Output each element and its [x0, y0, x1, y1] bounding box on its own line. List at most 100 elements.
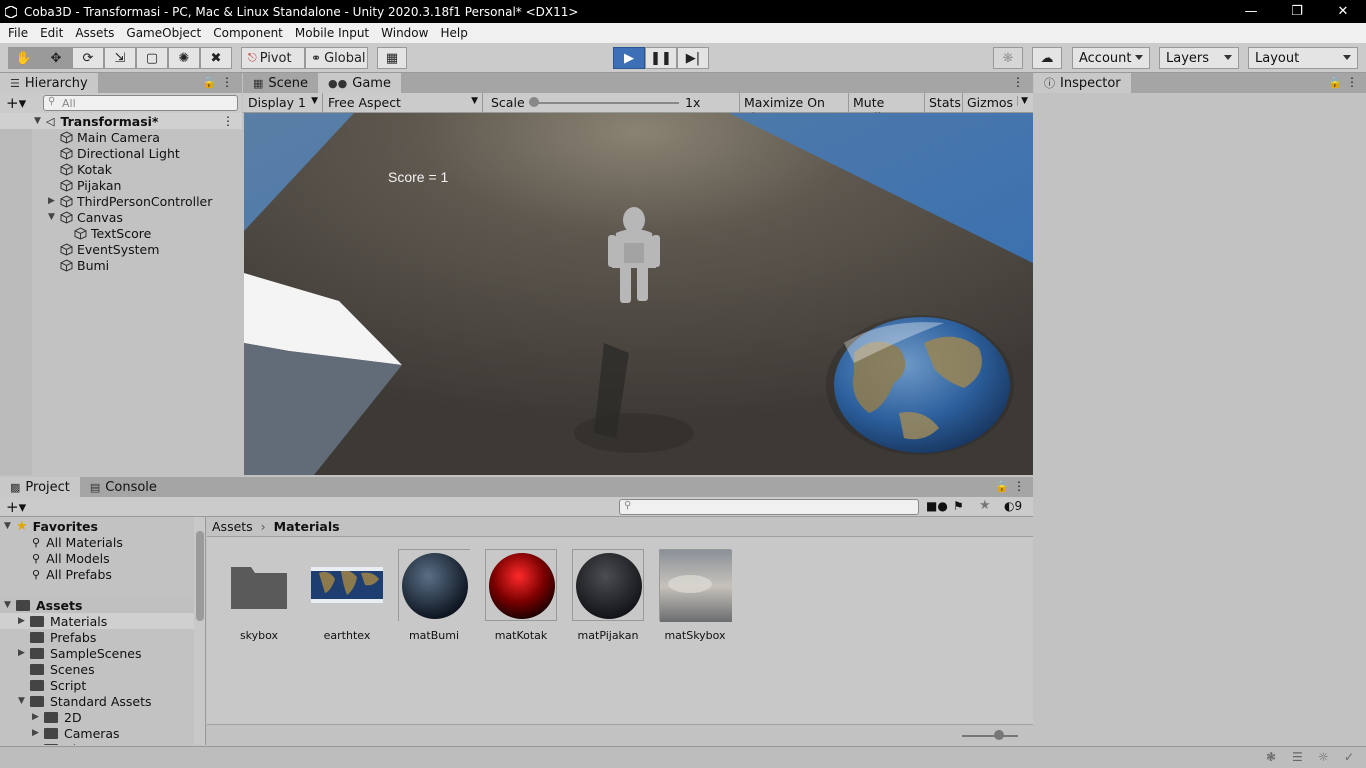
- hierarchy-search-input[interactable]: ⚲ All: [43, 95, 238, 111]
- maximize-on-play-toggle[interactable]: Maximize On Play: [739, 93, 849, 125]
- global-toggle[interactable]: ⚭ Global: [305, 47, 368, 69]
- cloud-button[interactable]: ☁: [1032, 47, 1062, 69]
- cache-icon[interactable]: ☰: [1292, 750, 1303, 764]
- breadcrumb-assets[interactable]: Assets: [212, 519, 253, 534]
- breadcrumb-materials[interactable]: Materials: [274, 519, 340, 534]
- expand-arrow-icon[interactable]: ▶: [18, 616, 30, 626]
- restore-button[interactable]: ❐: [1274, 0, 1320, 23]
- asset-item[interactable]: skybox: [219, 549, 299, 642]
- more-options-icon[interactable]: ⋮: [1346, 75, 1358, 89]
- hierarchy-item[interactable]: Pijakan: [0, 177, 242, 193]
- tree-standard-asset-folder[interactable]: ▶ Characters: [0, 741, 194, 745]
- tree-scrollbar[interactable]: [194, 517, 205, 745]
- tree-standard-asset-folder[interactable]: ▶ Cameras: [0, 725, 194, 741]
- star-icon[interactable]: ★: [979, 498, 991, 513]
- asset-item[interactable]: matBumi: [394, 549, 474, 642]
- progress-icon[interactable]: ✓: [1344, 750, 1354, 764]
- transform-tool-button[interactable]: ✺: [168, 47, 200, 69]
- menu-help[interactable]: Help: [434, 26, 473, 40]
- hierarchy-item[interactable]: Bumi: [0, 257, 242, 273]
- label-icon[interactable]: ⚑: [953, 499, 964, 513]
- asset-item[interactable]: earthtex: [307, 549, 387, 642]
- tree-asset-folder[interactable]: Prefabs: [0, 629, 194, 645]
- grid-snap-button[interactable]: ▦: [377, 47, 407, 69]
- tree-favorite-item[interactable]: ⚲ All Prefabs: [0, 566, 194, 582]
- scene-row[interactable]: ▼ ◁ Transformasi* ⋮: [0, 113, 242, 129]
- hierarchy-item[interactable]: ▶ ThirdPersonController: [0, 193, 242, 209]
- hierarchy-item[interactable]: TextScore: [0, 225, 242, 241]
- auto-generate-icon[interactable]: ☼: [1318, 750, 1329, 764]
- minimize-button[interactable]: —: [1228, 0, 1274, 23]
- mute-audio-toggle[interactable]: Mute Audio: [849, 93, 925, 125]
- menu-window[interactable]: Window: [375, 26, 434, 40]
- asset-item[interactable]: matPijakan: [568, 549, 648, 642]
- expand-arrow-icon[interactable]: ▼: [4, 521, 16, 531]
- more-options-icon[interactable]: ⋮: [1012, 75, 1024, 89]
- step-button[interactable]: ▶|: [677, 47, 709, 69]
- tab-scene[interactable]: ▦ Scene: [243, 73, 319, 93]
- hierarchy-item[interactable]: Kotak: [0, 161, 242, 177]
- expand-arrow-icon[interactable]: ▶: [48, 196, 60, 206]
- gizmos-toggle[interactable]: Gizmos ▼: [963, 93, 1033, 112]
- zoom-slider-thumb[interactable]: [994, 730, 1004, 740]
- scale-slider-track[interactable]: [533, 102, 679, 104]
- aspect-dropdown[interactable]: Free Aspect ▼: [323, 93, 483, 112]
- rect-tool-button[interactable]: ▢: [136, 47, 168, 69]
- tab-inspector[interactable]: ⓘ Inspector: [1034, 73, 1131, 93]
- play-button[interactable]: ▶: [613, 47, 645, 69]
- project-search-input[interactable]: ⚲: [619, 499, 919, 515]
- tab-hierarchy[interactable]: ☰ Hierarchy: [0, 73, 98, 93]
- hierarchy-item[interactable]: Main Camera: [0, 129, 242, 145]
- tree-scrollbar-thumb[interactable]: [196, 531, 204, 621]
- tab-project[interactable]: ▩ Project: [0, 477, 80, 497]
- game-render-area[interactable]: Score = 1: [244, 113, 1033, 475]
- tree-favorite-item[interactable]: ⚲ All Materials: [0, 534, 194, 550]
- layout-dropdown[interactable]: Layout: [1248, 47, 1358, 69]
- expand-arrow-icon[interactable]: ▼: [18, 696, 30, 706]
- tree-asset-folder[interactable]: Script: [0, 677, 194, 693]
- close-window-button[interactable]: ✕: [1320, 0, 1366, 23]
- expand-arrow-icon[interactable]: ▼: [4, 600, 16, 610]
- menu-assets[interactable]: Assets: [69, 26, 120, 40]
- tree-asset-folder[interactable]: Scenes: [0, 661, 194, 677]
- pivot-toggle[interactable]: ⎋ Pivot: [241, 47, 305, 69]
- tree-asset-folder[interactable]: ▶ Materials: [0, 613, 194, 629]
- expand-arrow-icon[interactable]: ▼: [48, 212, 60, 222]
- lock-icon[interactable]: 🔒: [202, 76, 216, 89]
- tree-favorite-item[interactable]: ⚲ All Models: [0, 550, 194, 566]
- expand-arrow-icon[interactable]: ▶: [18, 648, 30, 658]
- hidden-packages-toggle[interactable]: ◐9: [1004, 499, 1022, 513]
- lock-icon[interactable]: 🔒: [995, 480, 1009, 493]
- zoom-slider-track[interactable]: [962, 735, 1018, 737]
- scene-options-icon[interactable]: ⋮: [222, 114, 234, 128]
- menu-gameobject[interactable]: GameObject: [120, 26, 207, 40]
- rotate-tool-button[interactable]: ⟳: [72, 47, 104, 69]
- menu-mobile-input[interactable]: Mobile Input: [289, 26, 375, 40]
- expand-arrow-icon[interactable]: ▶: [32, 728, 44, 738]
- custom-tool-button[interactable]: ✖: [200, 47, 232, 69]
- tab-console[interactable]: ▤ Console: [79, 477, 167, 497]
- more-options-icon[interactable]: ⋮: [1013, 479, 1025, 493]
- asset-item[interactable]: matSkybox: [655, 549, 735, 642]
- display-dropdown[interactable]: Display 1 ▼: [243, 93, 323, 112]
- filter-type-icon[interactable]: ■●: [926, 499, 948, 513]
- bug-icon[interactable]: ❃: [1266, 750, 1276, 764]
- collab-button[interactable]: ❋: [993, 47, 1023, 69]
- lock-icon[interactable]: 🔒: [1328, 76, 1342, 89]
- stats-toggle[interactable]: Stats: [925, 93, 963, 112]
- menu-file[interactable]: File: [2, 26, 34, 40]
- tree-standard-asset-folder[interactable]: ▶ 2D: [0, 709, 194, 725]
- hierarchy-item[interactable]: Directional Light: [0, 145, 242, 161]
- scale-slider-thumb[interactable]: [529, 97, 539, 107]
- expand-arrow-icon[interactable]: ▶: [32, 712, 44, 722]
- hierarchy-item[interactable]: ▼ Canvas: [0, 209, 242, 225]
- more-options-icon[interactable]: ⋮: [221, 75, 233, 89]
- tree-favorites[interactable]: ▼ ★ Favorites: [0, 518, 194, 534]
- add-icon[interactable]: +▾: [6, 94, 26, 112]
- expand-arrow-icon[interactable]: ▶: [32, 744, 44, 745]
- tree-asset-folder[interactable]: ▼ Standard Assets: [0, 693, 194, 709]
- menu-edit[interactable]: Edit: [34, 26, 69, 40]
- menu-component[interactable]: Component: [207, 26, 289, 40]
- hand-tool-button[interactable]: ✋: [8, 47, 40, 69]
- asset-item[interactable]: matKotak: [481, 549, 561, 642]
